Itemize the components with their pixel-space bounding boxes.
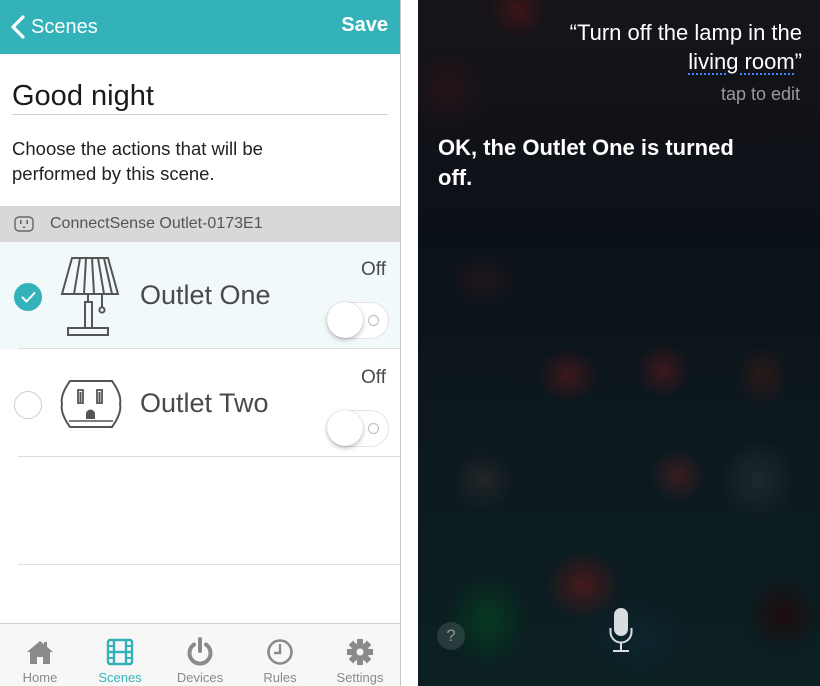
tab-settings[interactable]: Settings [320, 624, 400, 686]
siri-screen: “Turn off the lamp in the living room” t… [418, 0, 820, 686]
outlet-state-label: Off [361, 259, 386, 280]
toggle-off-indicator [368, 423, 379, 434]
outlet-row[interactable]: Outlet One Off [0, 242, 400, 349]
outlet-icon [14, 216, 34, 232]
navigation-bar: Scenes Save [0, 0, 400, 54]
power-icon [187, 637, 213, 666]
tab-devices[interactable]: Devices [160, 624, 240, 686]
query-close-quote: ” [794, 49, 802, 74]
outlet-toggle[interactable] [327, 410, 389, 447]
instructions-text: Choose the actions that will be performe… [12, 138, 263, 184]
outlet-name: Outlet One [140, 280, 271, 310]
tab-label: Home [22, 670, 58, 685]
query-line-1: “Turn off the lamp in the [569, 20, 802, 45]
scene-editor-screen: Scenes Save Choose the actions that will… [0, 0, 401, 686]
back-button-label: Scenes [31, 15, 98, 38]
tab-label: Settings [336, 670, 384, 685]
selection-checkbox[interactable] [14, 391, 42, 419]
outlet-name: Outlet Two [140, 388, 269, 418]
tap-to-edit-hint[interactable]: tap to edit [721, 84, 800, 105]
microphone-icon[interactable] [609, 608, 633, 654]
help-button[interactable]: ? [437, 622, 465, 650]
checkmark-icon [21, 292, 36, 303]
home-icon [27, 641, 53, 664]
tab-home[interactable]: Home [0, 624, 80, 686]
siri-query-text[interactable]: “Turn off the lamp in the living room” [442, 18, 802, 76]
save-button[interactable]: Save [341, 14, 388, 37]
empty-row-divider [18, 564, 400, 565]
toggle-knob [327, 410, 363, 446]
film-icon [106, 638, 134, 666]
lamp-icon [60, 257, 120, 336]
tab-rules[interactable]: Rules [240, 624, 320, 686]
tab-label: Rules [263, 670, 297, 685]
siri-response-text: OK, the Outlet One is turned off. [438, 135, 734, 190]
tab-label: Scenes [98, 670, 142, 685]
tab-bar: Home Scenes Devices Rules Settings [0, 623, 400, 686]
scene-name-input[interactable] [12, 79, 388, 115]
tab-scenes[interactable]: Scenes [80, 624, 160, 686]
row-divider [18, 348, 400, 349]
device-group-header: ConnectSense Outlet-0173E1 [0, 206, 400, 242]
query-underlined-phrase[interactable]: living room [688, 49, 794, 74]
tab-label: Devices [176, 670, 224, 685]
selection-checkbox[interactable] [14, 283, 42, 311]
clock-icon [267, 639, 293, 665]
back-button[interactable]: Scenes [9, 12, 98, 42]
outlet-state-label: Off [361, 367, 386, 388]
device-group-label: ConnectSense Outlet-0173E1 [50, 215, 263, 232]
chevron-left-icon [11, 15, 25, 39]
toggle-knob [327, 302, 363, 338]
gear-icon [347, 639, 373, 665]
outlet-toggle[interactable] [327, 302, 389, 339]
toggle-off-indicator [368, 315, 379, 326]
row-divider [18, 456, 400, 457]
outlet-row[interactable]: Outlet Two Off [0, 350, 400, 457]
wall-outlet-icon [60, 380, 122, 428]
